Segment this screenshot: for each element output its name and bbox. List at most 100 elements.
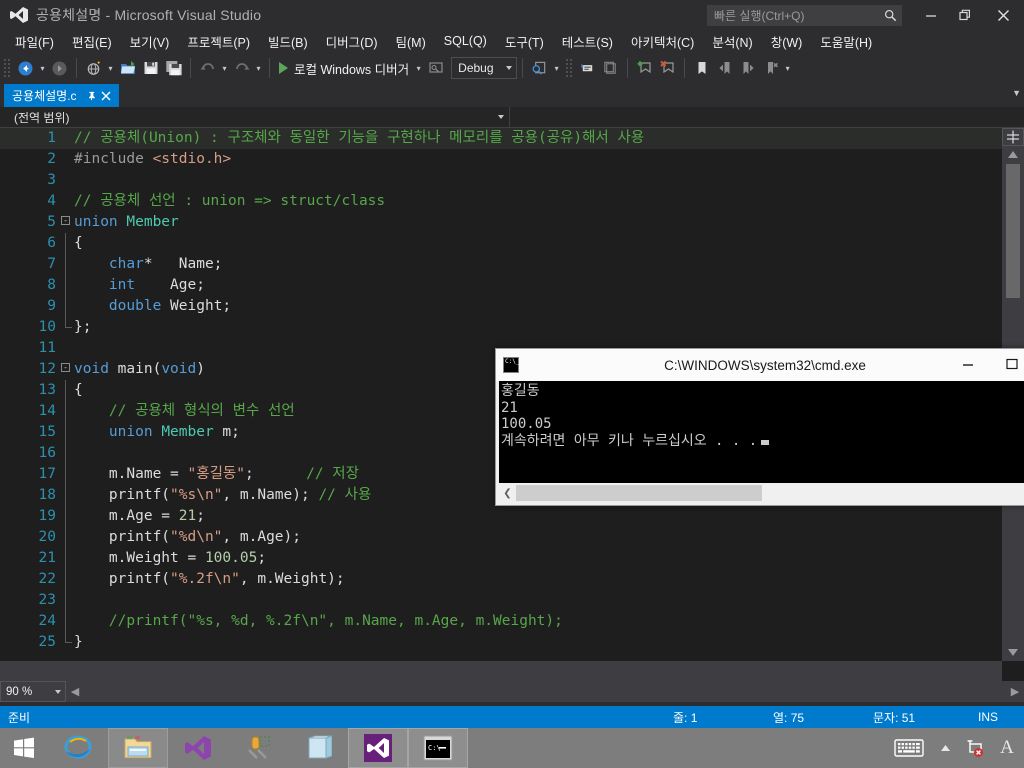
fold-toggle-icon[interactable]: -	[61, 216, 70, 225]
code-line[interactable]: 3	[0, 170, 1002, 191]
menu-item-sql[interactable]: SQL(Q)	[435, 32, 496, 50]
clear-bookmarks-icon[interactable]	[759, 57, 782, 80]
toolbar-grip[interactable]	[3, 58, 12, 78]
new-project-dropdown-icon[interactable]: ▾	[105, 57, 116, 80]
taskbar-internet-explorer-icon[interactable]	[48, 728, 108, 768]
code-line[interactable]: 19 m.Age = 21;	[0, 506, 1002, 527]
menu-item-test[interactable]: 테스트(S)	[553, 30, 622, 53]
save-all-icon[interactable]	[162, 57, 185, 80]
status-insert-mode[interactable]: INS	[978, 710, 1024, 724]
code-line[interactable]: 10};	[0, 317, 1002, 338]
bookmarks-overflow-icon[interactable]: ▾	[782, 57, 793, 80]
cmd-console-window[interactable]: C:\WINDOWS\system32\cmd.exe 홍길동21100.05계…	[495, 348, 1024, 506]
menu-item-file[interactable]: 파일(F)	[6, 30, 63, 53]
chevron-down-icon[interactable]	[55, 689, 61, 694]
horizontal-scroll-track[interactable]	[84, 681, 1006, 702]
code-line[interactable]: 20 printf("%d\n", m.Age);	[0, 527, 1002, 548]
start-debugging-button[interactable]: 로컬 Windows 디버거	[275, 57, 413, 80]
taskbar-file-explorer-icon[interactable]	[108, 728, 168, 768]
code-line[interactable]: 2 #include <stdio.h>	[0, 149, 1002, 170]
code-line[interactable]: 21 m.Weight = 100.05;	[0, 548, 1002, 569]
scroll-left-arrow-icon[interactable]: ◀	[66, 681, 84, 702]
editor-horizontal-scrollbar-track[interactable]	[0, 661, 1002, 681]
uncomment-selection-icon[interactable]	[599, 57, 622, 80]
taskbar-sql-server-tools-icon[interactable]	[228, 728, 288, 768]
code-line[interactable]: 1 // 공용체(Union) : 구조체와 동일한 기능을 구현하나 메모리를 …	[0, 128, 1002, 149]
start-debugging-dropdown-icon[interactable]: ▾	[413, 57, 424, 80]
toolbar-grip-2[interactable]	[565, 58, 575, 78]
chevron-down-icon[interactable]	[506, 66, 513, 70]
menu-item-tools[interactable]: 도구(T)	[496, 30, 553, 53]
quick-launch-box[interactable]	[707, 5, 902, 26]
bookmark-icon[interactable]	[690, 57, 713, 80]
close-icon[interactable]	[99, 87, 114, 105]
network-disconnected-icon[interactable]	[958, 728, 990, 768]
pin-icon[interactable]	[84, 87, 99, 105]
scroll-left-arrow-icon[interactable]: ❮	[499, 484, 516, 502]
code-line[interactable]: 5- union Member	[0, 212, 1002, 233]
code-line[interactable]: 8 int Age;	[0, 275, 1002, 296]
restore-button[interactable]	[948, 0, 982, 30]
fold-toggle-icon[interactable]: -	[61, 363, 70, 372]
console-scroll-thumb[interactable]	[516, 485, 762, 501]
find-dropdown-icon[interactable]: ▾	[551, 57, 562, 80]
attach-to-process-icon[interactable]	[424, 57, 447, 80]
scroll-up-arrow-icon[interactable]	[1002, 146, 1024, 163]
navigate-back-dropdown-icon[interactable]: ▾	[37, 57, 48, 80]
code-line[interactable]: 22 printf("%.2f\n", m.Weight);	[0, 569, 1002, 590]
redo-dropdown-icon[interactable]: ▾	[253, 57, 264, 80]
solution-configuration-combo[interactable]: Debug	[451, 57, 518, 79]
remove-bookmark-icon[interactable]	[656, 57, 679, 80]
taskbar-visual-studio-icon[interactable]	[168, 728, 228, 768]
chevron-down-icon[interactable]: ▼	[1012, 88, 1021, 98]
menu-item-help[interactable]: 도움말(H)	[811, 30, 881, 53]
navigate-back-icon[interactable]	[14, 57, 37, 80]
quick-launch-input[interactable]	[708, 8, 879, 23]
menu-item-window[interactable]: 창(W)	[762, 30, 812, 53]
find-in-files-icon[interactable]	[528, 57, 551, 80]
code-line[interactable]: 23	[0, 590, 1002, 611]
code-line[interactable]: 4 // 공용체 선언 : union => struct/class	[0, 191, 1002, 212]
menu-item-analyze[interactable]: 분석(N)	[703, 30, 761, 53]
menu-item-build[interactable]: 빌드(B)	[259, 30, 317, 53]
save-icon[interactable]	[139, 57, 162, 80]
add-bookmark-icon[interactable]	[633, 57, 656, 80]
taskbar-notepad-icon[interactable]	[288, 728, 348, 768]
ime-language-icon[interactable]: A	[990, 728, 1024, 768]
console-output[interactable]: 홍길동 21 100.05 계속하려면 아무 키나 누르십시오 . . .	[499, 381, 1024, 483]
split-view-icon[interactable]	[1002, 128, 1024, 146]
scroll-right-arrow-icon[interactable]: ▶	[1006, 681, 1024, 702]
code-line[interactable]: 7 char* Name;	[0, 254, 1002, 275]
vertical-scroll-thumb[interactable]	[1006, 164, 1020, 298]
menu-item-view[interactable]: 보기(V)	[121, 30, 179, 53]
code-line[interactable]: 25}	[0, 632, 1002, 653]
touch-keyboard-icon[interactable]	[886, 728, 932, 768]
console-title-bar[interactable]: C:\WINDOWS\system32\cmd.exe	[496, 349, 1024, 381]
code-line[interactable]: 6{	[0, 233, 1002, 254]
taskbar-visual-studio-window-icon[interactable]	[348, 728, 408, 768]
menu-item-team[interactable]: 팀(M)	[387, 30, 435, 53]
scope-combo[interactable]: (전역 범위)	[0, 106, 510, 128]
windows-start-icon[interactable]	[0, 728, 48, 768]
search-icon[interactable]	[879, 9, 901, 22]
menu-item-edit[interactable]: 편집(E)	[63, 30, 121, 53]
taskbar-cmd-window-icon[interactable]: C:\	[408, 728, 468, 768]
comment-selection-icon[interactable]	[576, 57, 599, 80]
console-horizontal-scrollbar[interactable]: ❮	[499, 484, 1024, 502]
previous-bookmark-icon[interactable]	[713, 57, 736, 80]
minimize-button[interactable]	[914, 0, 948, 30]
menu-item-architecture[interactable]: 아키텍처(C)	[622, 30, 703, 53]
zoom-combo[interactable]: 90 %	[0, 681, 66, 702]
scroll-down-arrow-icon[interactable]	[1002, 644, 1024, 661]
undo-icon[interactable]	[196, 57, 219, 80]
tab-공용체설명-c[interactable]: 공용체설명.c	[4, 84, 119, 107]
console-maximize-button[interactable]	[990, 349, 1024, 379]
chevron-down-icon[interactable]	[498, 114, 504, 119]
menu-item-project[interactable]: 프로젝트(P)	[178, 30, 259, 53]
show-hidden-icons-icon[interactable]	[932, 728, 958, 768]
code-line[interactable]: 9 double Weight;	[0, 296, 1002, 317]
navigate-forward-icon[interactable]	[48, 57, 71, 80]
new-project-icon[interactable]	[82, 57, 105, 80]
code-line[interactable]: 24 //printf("%s, %d, %.2f\n", m.Name, m.…	[0, 611, 1002, 632]
menu-item-debug[interactable]: 디버그(D)	[317, 30, 387, 53]
